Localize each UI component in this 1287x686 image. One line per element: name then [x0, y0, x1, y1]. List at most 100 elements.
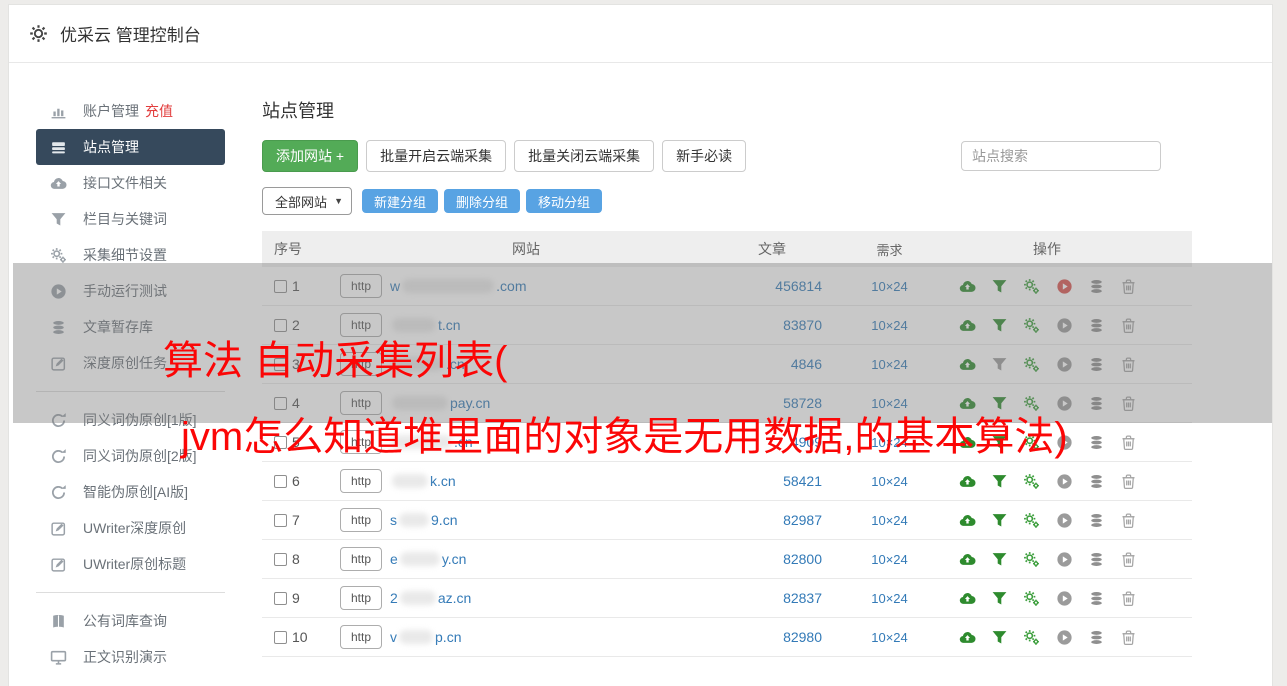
filter-icon[interactable] — [991, 317, 1008, 334]
batch-open-cloud-button[interactable]: 批量开启云端采集 — [366, 140, 507, 172]
sidebar-item-public-thesaurus[interactable]: 公有词库查询 — [36, 603, 225, 639]
play-icon[interactable] — [1056, 629, 1073, 646]
gears-icon[interactable] — [1023, 356, 1040, 373]
play-icon[interactable] — [1056, 317, 1073, 334]
sidebar-item-ai-original[interactable]: 智能伪原创[AI版] — [36, 474, 225, 510]
database-icon[interactable] — [1088, 473, 1105, 490]
filter-icon[interactable] — [991, 278, 1008, 295]
cloud-upload-icon[interactable] — [959, 317, 976, 334]
gears-icon[interactable] — [1023, 551, 1040, 568]
trash-icon[interactable] — [1120, 512, 1137, 529]
sidebar-item-interface-files[interactable]: 接口文件相关 — [36, 165, 225, 201]
site-domain[interactable]: t.cn — [390, 317, 461, 333]
cloud-upload-icon[interactable] — [959, 473, 976, 490]
row-checkbox[interactable] — [274, 318, 287, 332]
filter-icon[interactable] — [991, 473, 1008, 490]
trash-icon[interactable] — [1120, 395, 1137, 412]
filter-icon[interactable] — [991, 590, 1008, 607]
database-icon[interactable] — [1088, 590, 1105, 607]
site-domain[interactable]: w .com — [390, 278, 526, 294]
play-icon[interactable] — [1056, 590, 1073, 607]
site-domain[interactable]: s 9.cn — [390, 512, 457, 528]
row-checkbox[interactable] — [274, 552, 287, 566]
trash-icon[interactable] — [1120, 356, 1137, 373]
filter-icon[interactable] — [991, 395, 1008, 412]
play-icon[interactable] — [1056, 473, 1073, 490]
sidebar-item-sites[interactable]: 站点管理 — [36, 129, 225, 165]
trash-icon[interactable] — [1120, 473, 1137, 490]
sidebar-item-account[interactable]: 账户管理 充值 — [36, 93, 225, 129]
trash-icon[interactable] — [1120, 629, 1137, 646]
cloud-upload-icon[interactable] — [959, 395, 976, 412]
cloud-upload-icon[interactable] — [959, 590, 976, 607]
gears-icon[interactable] — [1023, 395, 1040, 412]
gears-icon[interactable] — [1023, 278, 1040, 295]
play-icon[interactable] — [1056, 278, 1073, 295]
database-icon[interactable] — [1088, 356, 1105, 373]
cloud-upload-icon[interactable] — [959, 434, 976, 451]
play-icon[interactable] — [1056, 395, 1073, 412]
row-checkbox[interactable] — [274, 396, 287, 410]
gears-icon[interactable] — [1023, 317, 1040, 334]
trash-icon[interactable] — [1120, 434, 1137, 451]
sidebar-item-article-store[interactable]: 文章暂存库 — [36, 309, 225, 345]
row-checkbox[interactable] — [274, 279, 287, 293]
database-icon[interactable] — [1088, 512, 1105, 529]
site-domain[interactable]: k.cn — [390, 473, 456, 489]
site-domain[interactable]: .cn — [390, 356, 465, 372]
database-icon[interactable] — [1088, 434, 1105, 451]
cloud-upload-icon[interactable] — [959, 356, 976, 373]
sidebar-item-content-recognition[interactable]: 正文识别演示 — [36, 639, 225, 675]
gears-icon[interactable] — [1023, 590, 1040, 607]
site-domain[interactable]: e y.cn — [390, 551, 466, 567]
row-checkbox[interactable] — [274, 474, 287, 488]
sidebar-item-uwriter-title[interactable]: UWriter原创标题 — [36, 546, 225, 582]
site-domain[interactable]: 2 az.cn — [390, 590, 471, 606]
sidebar-item-columns-keywords[interactable]: 栏目与关键词 — [36, 201, 225, 237]
trash-icon[interactable] — [1120, 278, 1137, 295]
cloud-upload-icon[interactable] — [959, 629, 976, 646]
cloud-upload-icon[interactable] — [959, 512, 976, 529]
gears-icon[interactable] — [1023, 512, 1040, 529]
row-checkbox[interactable] — [274, 630, 287, 644]
gears-icon[interactable] — [1023, 434, 1040, 451]
trash-icon[interactable] — [1120, 551, 1137, 568]
recharge-link[interactable]: 充值 — [145, 101, 173, 121]
database-icon[interactable] — [1088, 278, 1105, 295]
play-icon[interactable] — [1056, 356, 1073, 373]
filter-icon[interactable] — [991, 512, 1008, 529]
sidebar-item-synonym-v2[interactable]: 同义词伪原创[2版] — [36, 438, 225, 474]
sidebar-item-manual-test[interactable]: 手动运行测试 — [36, 273, 225, 309]
cloud-upload-icon[interactable] — [959, 551, 976, 568]
play-icon[interactable] — [1056, 434, 1073, 451]
sidebar-item-collect-settings[interactable]: 采集细节设置 — [36, 237, 225, 273]
database-icon[interactable] — [1088, 317, 1105, 334]
database-icon[interactable] — [1088, 629, 1105, 646]
group-filter-select[interactable]: 全部网站 ▼ — [262, 187, 352, 215]
site-domain[interactable]: v p.cn — [390, 629, 461, 645]
gears-icon[interactable] — [1023, 629, 1040, 646]
row-checkbox[interactable] — [274, 357, 287, 371]
site-domain[interactable]: pay.cn — [390, 395, 490, 411]
sidebar-item-uwriter-deep[interactable]: UWriter深度原创 — [36, 510, 225, 546]
batch-close-cloud-button[interactable]: 批量关闭云端采集 — [514, 140, 655, 172]
trash-icon[interactable] — [1120, 317, 1137, 334]
cloud-upload-icon[interactable] — [959, 278, 976, 295]
trash-icon[interactable] — [1120, 590, 1137, 607]
newbie-guide-button[interactable]: 新手必读 — [662, 140, 747, 172]
filter-icon[interactable] — [991, 434, 1008, 451]
gears-icon[interactable] — [1023, 473, 1040, 490]
delete-group-button[interactable]: 删除分组 — [444, 189, 521, 213]
new-group-button[interactable]: 新建分组 — [362, 189, 439, 213]
add-site-button[interactable]: 添加网站 + — [262, 140, 359, 172]
move-group-button[interactable]: 移动分组 — [526, 189, 603, 213]
database-icon[interactable] — [1088, 551, 1105, 568]
sidebar-item-deep-original[interactable]: 深度原创任务 — [36, 345, 225, 381]
site-search-input[interactable] — [961, 141, 1161, 171]
play-icon[interactable] — [1056, 551, 1073, 568]
row-checkbox[interactable] — [274, 591, 287, 605]
sidebar-item-synonym-v1[interactable]: 同义词伪原创[1版] — [36, 402, 225, 438]
filter-icon[interactable] — [991, 629, 1008, 646]
play-icon[interactable] — [1056, 512, 1073, 529]
site-domain[interactable]: .cn — [390, 434, 473, 450]
